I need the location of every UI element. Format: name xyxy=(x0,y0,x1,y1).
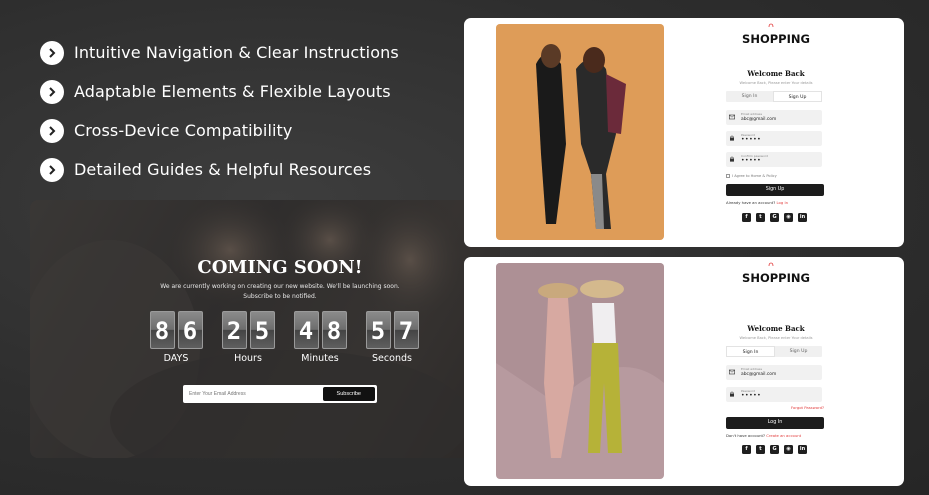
tab-sign-up[interactable]: Sign Up xyxy=(773,91,822,102)
social-icons: f t G ◉ in xyxy=(742,445,807,454)
chevron-right-icon xyxy=(40,157,64,182)
agree-text: I Agree to Home & Policy xyxy=(732,174,777,178)
email-field[interactable]: Email address abc@gmail.com xyxy=(726,365,822,380)
log-in-button[interactable]: Log In xyxy=(726,417,824,429)
timer-days: 86 DAYS xyxy=(140,311,212,364)
forgot-password-link[interactable]: Forgot Password? xyxy=(791,405,824,410)
password-field[interactable]: Password ••••• xyxy=(726,387,822,402)
signup-prompt: Don't have account? Create an account xyxy=(726,433,801,438)
form-title: Welcome Back xyxy=(747,69,805,78)
lock-icon xyxy=(730,156,734,162)
timer-digit: 7 xyxy=(393,311,419,349)
shopping-bag-icon xyxy=(768,262,774,267)
lock-icon xyxy=(730,135,734,141)
timer-minutes: 48 Minutes xyxy=(284,311,356,364)
social-icons: f t G ◉ in xyxy=(742,213,807,222)
auth-tabs: Sign In Sign Up xyxy=(726,346,822,357)
login-link[interactable]: Log In xyxy=(776,200,788,205)
models-photo xyxy=(496,24,664,240)
email-label: Email address xyxy=(741,112,763,116)
mail-icon xyxy=(729,114,735,120)
signup-preview-card: SHOPPING Welcome Back Welcome Back, Plea… xyxy=(464,18,904,247)
feature-item: Detailed Guides & Helpful Resources xyxy=(40,150,399,189)
timer-hours: 25 Hours xyxy=(212,311,284,364)
subscribe-button[interactable]: Subscribe xyxy=(322,387,375,401)
create-account-link[interactable]: Create an account xyxy=(766,433,801,438)
facebook-icon[interactable]: f xyxy=(742,213,751,222)
form-subtitle: Welcome Back, Please enter Your details xyxy=(739,336,813,340)
brand-logo: SHOPPING xyxy=(742,32,810,46)
confirm-value: ••••• xyxy=(741,157,762,164)
facebook-icon[interactable]: f xyxy=(742,445,751,454)
twitter-icon[interactable]: t xyxy=(756,213,765,222)
signup-form: SHOPPING Welcome Back Welcome Back, Plea… xyxy=(724,18,828,247)
countdown-timer: 86 DAYS 25 Hours 48 Minutes 57 Seconds xyxy=(140,311,428,364)
chevron-right-icon xyxy=(40,118,64,143)
coming-soon-description: We are currently working on creating our… xyxy=(160,283,400,300)
password-field[interactable]: Password ••••• xyxy=(726,131,822,146)
timer-digit: 8 xyxy=(321,311,347,349)
timer-digit: 5 xyxy=(249,311,275,349)
feature-item: Adaptable Elements & Flexible Layouts xyxy=(40,72,399,111)
linkedin-icon[interactable]: in xyxy=(798,213,807,222)
feature-label: Cross-Device Compatibility xyxy=(74,121,293,140)
lock-icon xyxy=(730,391,734,397)
timer-digit: 5 xyxy=(365,311,391,349)
email-value: abc@gmail.com xyxy=(741,372,777,377)
brand-logo: SHOPPING xyxy=(742,271,810,285)
feature-item: Cross-Device Compatibility xyxy=(40,111,399,150)
agree-checkbox-row[interactable]: I Agree to Home & Policy xyxy=(726,174,777,178)
login-prompt-text: Already have an account? xyxy=(726,200,776,205)
twitter-icon[interactable]: t xyxy=(756,445,765,454)
shopping-bag-icon xyxy=(768,23,774,28)
tab-sign-in[interactable]: Sign In xyxy=(726,91,773,102)
login-form: SHOPPING Welcome Back Welcome Back, Plea… xyxy=(724,257,828,486)
linkedin-icon[interactable]: in xyxy=(798,445,807,454)
google-icon[interactable]: G xyxy=(770,213,779,222)
email-input[interactable] xyxy=(189,391,323,397)
tab-sign-up[interactable]: Sign Up xyxy=(775,346,822,357)
chevron-right-icon xyxy=(40,79,64,104)
feature-list: Intuitive Navigation & Clear Instruction… xyxy=(40,33,399,189)
google-icon[interactable]: G xyxy=(770,445,779,454)
login-prompt: Already have an account? Log In xyxy=(726,200,788,205)
checkbox[interactable] xyxy=(726,174,730,178)
form-subtitle: Welcome Back, Please enter Your details xyxy=(739,81,813,85)
timer-digit: 8 xyxy=(149,311,175,349)
instagram-icon[interactable]: ◉ xyxy=(784,445,793,454)
login-preview-card: SHOPPING Welcome Back Welcome Back, Plea… xyxy=(464,257,904,486)
instagram-icon[interactable]: ◉ xyxy=(784,213,793,222)
chevron-right-icon xyxy=(40,40,64,65)
tab-sign-in[interactable]: Sign In xyxy=(726,346,775,357)
email-field[interactable]: Email address abc@gmail.com xyxy=(726,110,822,125)
timer-digit: 6 xyxy=(177,311,203,349)
timer-digit: 2 xyxy=(221,311,247,349)
timer-label: DAYS xyxy=(163,353,189,364)
signup-prompt-text: Don't have account? xyxy=(726,433,766,438)
timer-seconds: 57 Seconds xyxy=(356,311,428,364)
timer-label: Seconds xyxy=(372,353,412,364)
feature-item: Intuitive Navigation & Clear Instruction… xyxy=(40,33,399,72)
coming-soon-title: COMING SOON! xyxy=(197,257,363,278)
mail-icon xyxy=(729,369,735,375)
email-value: abc@gmail.com xyxy=(741,117,777,122)
auth-tabs: Sign In Sign Up xyxy=(726,91,822,102)
models-photo xyxy=(496,263,664,479)
password-value: ••••• xyxy=(741,392,762,399)
email-label: Email address xyxy=(741,367,763,371)
feature-label: Detailed Guides & Helpful Resources xyxy=(74,160,372,179)
timer-digit: 4 xyxy=(293,311,319,349)
timer-label: Hours xyxy=(234,353,262,364)
form-title: Welcome Back xyxy=(747,324,805,333)
feature-label: Adaptable Elements & Flexible Layouts xyxy=(74,82,391,101)
coming-soon-preview: COMING SOON! We are currently working on… xyxy=(30,200,500,458)
timer-label: Minutes xyxy=(301,353,339,364)
sign-up-button[interactable]: Sign Up xyxy=(726,184,824,196)
confirm-password-field[interactable]: Confirm password ••••• xyxy=(726,152,822,167)
password-value: ••••• xyxy=(741,136,762,143)
subscribe-form: Subscribe xyxy=(183,385,377,403)
feature-label: Intuitive Navigation & Clear Instruction… xyxy=(74,43,399,62)
